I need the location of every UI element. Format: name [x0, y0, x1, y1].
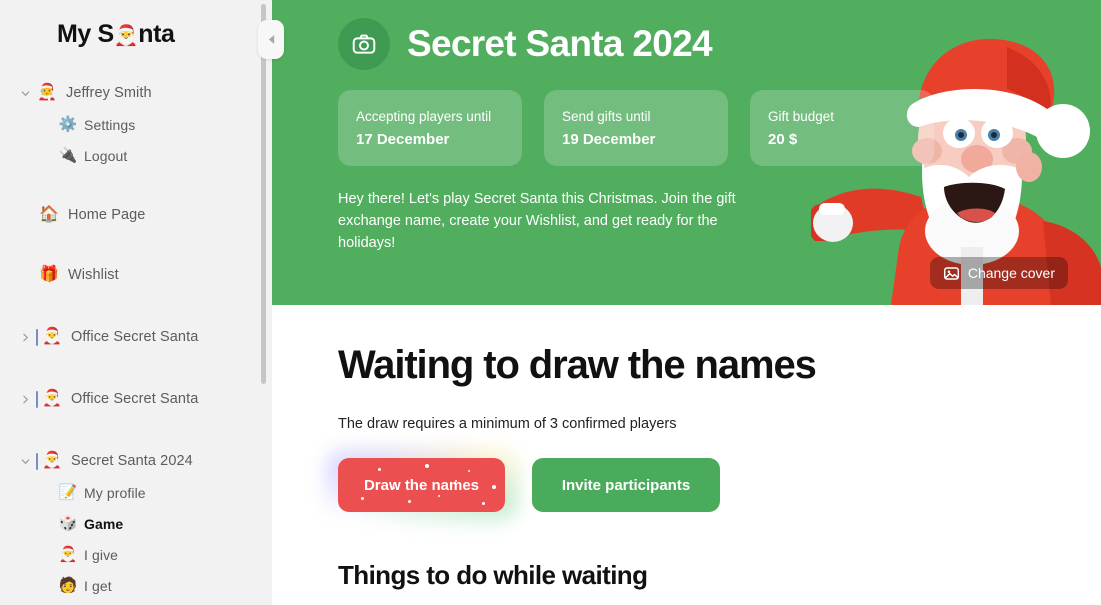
sidebar-item-label: Settings: [84, 116, 136, 133]
sidebar-item-settings[interactable]: ⚙️ Settings: [0, 109, 272, 140]
app-logo[interactable]: My S 🎅 nta: [0, 0, 272, 49]
camera-icon-button[interactable]: [338, 18, 390, 70]
sidebar-item-jeffrey-smith[interactable]: 🧑‍🎄 Jeffrey Smith: [0, 77, 272, 109]
sidebar-item-label: I give: [84, 546, 119, 563]
info-card-value: 17 December: [356, 130, 450, 148]
santa-icon: 🎅: [42, 328, 62, 345]
plug-icon: 🔌: [58, 147, 78, 164]
image-icon: [943, 266, 959, 280]
sidebar-item-label: My profile: [84, 484, 146, 501]
sidebar-item-label: Jeffrey Smith: [66, 85, 152, 101]
chevron-down-icon[interactable]: [18, 86, 32, 100]
sidebar-item-label: Logout: [84, 147, 128, 164]
page-title: Secret Santa 2024: [407, 23, 713, 64]
info-card-value: 19 December: [562, 130, 656, 148]
invite-button-label: Invite participants: [561, 476, 691, 494]
change-cover-button[interactable]: Change cover: [929, 257, 1068, 289]
sidebar-group-office-secret-santa-2[interactable]: 🎅 Office Secret Santa: [0, 383, 272, 415]
info-card-send-gifts: Send gifts until 19 December: [544, 90, 728, 166]
sidebar-item-label: Home Page: [68, 207, 146, 223]
sidebar-item-game[interactable]: 🎲 Game: [0, 508, 272, 539]
chevron-down-icon[interactable]: [18, 454, 32, 468]
group-accent-bar: [36, 328, 38, 346]
draw-button-wrapper: Draw the names: [324, 446, 520, 524]
hero-banner: Secret Santa 2024 Accepting players unti…: [272, 0, 1101, 305]
draw-button-label: Draw the names: [363, 476, 480, 494]
action-buttons: Draw the names Invite participants: [324, 446, 1101, 524]
group-accent-bar: [36, 390, 38, 408]
status-heading: Waiting to draw the names: [338, 343, 817, 387]
hero-info-cards: Accepting players until 17 December Send…: [272, 70, 1101, 166]
info-card-label: Gift budget: [768, 108, 835, 124]
sidebar-item-label: Office Secret Santa: [71, 391, 199, 407]
hero-description: Hey there! Let's play Secret Santa this …: [338, 191, 736, 251]
chevron-right-icon[interactable]: [18, 330, 32, 344]
app-root: My S 🎅 nta 🧑‍🎄 Jeffrey Smith ⚙️ Settings 🔌…: [0, 0, 1101, 605]
chevron-left-icon: [268, 35, 274, 44]
logo-text-suffix: nta: [138, 20, 175, 48]
sidebar-item-label: Wishlist: [68, 267, 119, 283]
hero-title-row: Secret Santa 2024: [272, 0, 1101, 70]
change-cover-label: Change cover: [967, 265, 1055, 281]
things-to-do-heading: Things to do while waiting: [338, 560, 648, 590]
memo-icon: 📝: [58, 484, 78, 501]
sidebar-item-label: Office Secret Santa: [71, 329, 199, 345]
santa-icon: 🎅: [42, 452, 62, 469]
sidebar-item-logout[interactable]: 🔌 Logout: [0, 140, 272, 171]
invite-participants-button[interactable]: Invite participants: [532, 458, 720, 512]
sidebar-collapse-button[interactable]: [258, 20, 284, 59]
santa-icon: 🎅: [42, 390, 62, 407]
santa-icon: 🎅: [58, 546, 78, 563]
sidebar-group-secret-santa-2024[interactable]: 🎅 Secret Santa 2024: [0, 445, 272, 477]
camera-icon: [352, 34, 376, 54]
dice-icon: 🎲: [58, 515, 78, 532]
sidebar-item-my-profile[interactable]: 📝 My profile: [0, 477, 272, 508]
sidebar-item-i-get[interactable]: 🧑 I get: [0, 570, 272, 601]
info-card-value: 20 $: [768, 130, 798, 148]
info-card-gift-budget: Gift budget 20 $: [750, 90, 934, 166]
sidebar-item-label: I get: [84, 577, 112, 594]
sidebar-scrollbar-thumb[interactable]: [261, 4, 266, 384]
info-card-label: Accepting players until: [356, 108, 492, 124]
chevron-right-icon[interactable]: [18, 392, 32, 406]
sidebar-group-office-secret-santa-1[interactable]: 🎅 Office Secret Santa: [0, 321, 272, 353]
sidebar-item-wishlist[interactable]: 🎁 Wishlist: [0, 259, 272, 291]
sidebar-item-label: Game: [84, 515, 124, 532]
group-accent-bar: [36, 452, 38, 470]
gear-icon: ⚙️: [58, 116, 78, 133]
status-subtext: The draw requires a minimum of 3 confirm…: [338, 416, 677, 432]
person-icon: 🧑: [58, 577, 78, 594]
sidebar-item-home-page[interactable]: 🏠 Home Page: [0, 199, 272, 231]
info-card-accepting-players: Accepting players until 17 December: [338, 90, 522, 166]
game-status-section: Waiting to draw the names The draw requi…: [272, 305, 1101, 591]
main-content: Secret Santa 2024 Accepting players unti…: [272, 0, 1101, 605]
sidebar: My S 🎅 nta 🧑‍🎄 Jeffrey Smith ⚙️ Settings 🔌…: [0, 0, 272, 605]
house-icon: 🏠: [39, 206, 59, 223]
logo-text-prefix: My S: [57, 20, 114, 48]
sidebar-item-i-give[interactable]: 🎅 I give: [0, 539, 272, 570]
user-avatar-icon: 🧑‍🎄: [37, 84, 57, 101]
gift-icon: 🎁: [39, 266, 59, 283]
draw-the-names-button[interactable]: Draw the names: [338, 458, 505, 512]
santa-icon: 🎅: [113, 25, 139, 47]
sidebar-nav: 🧑‍🎄 Jeffrey Smith ⚙️ Settings 🔌 Logout 🏠…: [0, 77, 272, 601]
info-card-label: Send gifts until: [562, 108, 651, 124]
sidebar-item-label: Secret Santa 2024: [71, 453, 193, 469]
